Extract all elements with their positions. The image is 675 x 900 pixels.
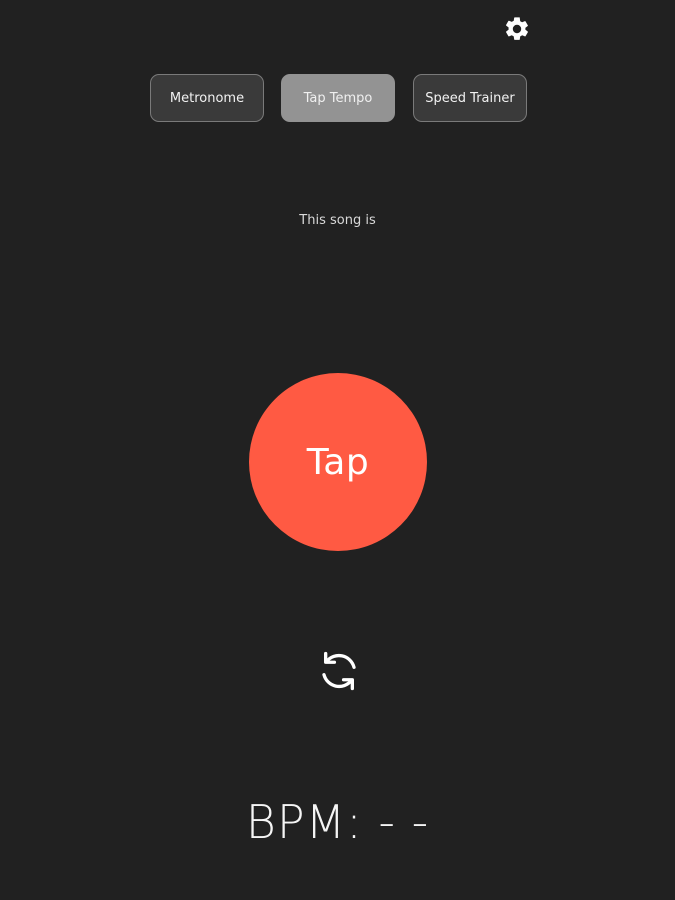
gear-icon	[506, 17, 528, 40]
tap-button[interactable]: Tap	[249, 373, 427, 551]
mode-tabs: Metronome Tap Tempo Speed Trainer	[150, 74, 527, 124]
settings-button[interactable]	[502, 14, 532, 44]
reset-button[interactable]	[313, 645, 365, 697]
song-label: This song is	[299, 213, 376, 228]
tab-metronome[interactable]: Metronome	[150, 74, 264, 122]
tap-label: Tap	[306, 441, 370, 483]
tab-speed-trainer[interactable]: Speed Trainer	[413, 74, 527, 122]
bpm-readout: BPM: - -	[245, 795, 430, 849]
tab-tap-tempo[interactable]: Tap Tempo	[281, 74, 395, 122]
refresh-icon	[322, 651, 356, 691]
